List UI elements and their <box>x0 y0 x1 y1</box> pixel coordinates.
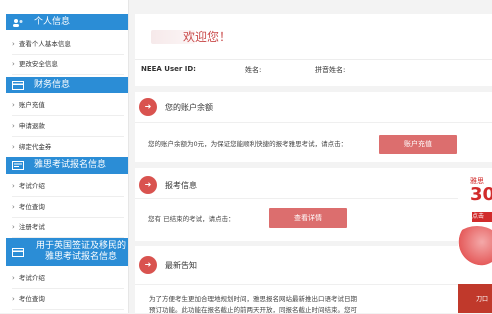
chevron-right-icon: › <box>12 182 15 190</box>
balance-text: 您的账户余额为0元，为保证您能顺利快捷的报考雅思考试，请点击： <box>148 140 348 148</box>
sidebar-header-label: 用于英国签证及移民的雅思考试报名信息 <box>35 241 126 262</box>
promo-banner[interactable]: 雅思 30 点击 <box>458 170 492 270</box>
sidebar-header-label: 财务信息 <box>34 79 71 90</box>
chevron-right-icon: › <box>12 122 15 130</box>
banner-graphic <box>458 226 492 266</box>
sidebar: 个人信息 › 查看个人基本信息 › 更改安全信息 财务信息 › 账户充值 › 申请退款 … <box>0 0 129 313</box>
welcome-greeting: 欢迎您！ <box>183 30 232 44</box>
sidebar-item-view-basic-info[interactable]: › 查看个人基本信息 <box>12 34 124 55</box>
sidebar-item-label: 申请退款 <box>18 122 45 130</box>
divider <box>135 122 492 123</box>
sidebar-item-bind-voucher[interactable]: › 绑定代金券 <box>12 137 124 158</box>
chevron-right-icon: › <box>12 143 15 151</box>
sidebar-item-change-security-info[interactable]: › 更改安全信息 <box>12 54 124 75</box>
sidebar-item-exam-intro[interactable]: › 考试介绍 <box>12 176 124 197</box>
sidebar-item-label: 考试介绍 <box>18 182 45 190</box>
sidebar-item-label: 绑定代金券 <box>18 143 52 151</box>
user-icon <box>12 18 24 27</box>
chevron-right-icon: › <box>12 295 15 303</box>
registration-info-card: ➜ 报考信息 您有 已结束的考试，请点击： 查看详情 <box>135 168 492 241</box>
sidebar-item-label: 考位查询 <box>18 203 45 211</box>
finance-icon <box>12 80 24 90</box>
name-label: 姓名: <box>245 66 262 74</box>
sidebar-item-register-exam[interactable]: › 注册考试 <box>12 217 124 238</box>
promo-banner-bottom[interactable]: 刀口 <box>458 284 492 313</box>
sidebar-item-label: 账户充值 <box>18 101 45 109</box>
balance-title: 您的账户余额 <box>165 103 213 112</box>
account-recharge-button[interactable]: 账户充值 <box>379 135 457 154</box>
sidebar-header-personal-info[interactable]: 个人信息 <box>6 14 128 30</box>
sidebar-header-ielts-registration[interactable]: 雅思考试报名信息 <box>6 157 128 174</box>
registration-text: 您有 已结束的考试，请点击： <box>148 215 235 223</box>
view-details-button[interactable]: 查看详情 <box>269 208 347 228</box>
sidebar-item-label: 查看个人基本信息 <box>18 40 71 48</box>
divider <box>135 198 492 199</box>
visa-icon <box>12 247 24 257</box>
chevron-right-icon: › <box>12 101 15 109</box>
sidebar-item-label: 注册考试 <box>18 223 45 231</box>
chevron-right-icon: › <box>12 274 15 282</box>
arrow-circle-icon: ➜ <box>139 256 157 274</box>
sidebar-item-apply-refund[interactable]: › 申请退款 <box>12 116 124 137</box>
sidebar-item-ukvi-exam-intro[interactable]: › 考试介绍 <box>12 268 124 289</box>
chevron-right-icon: › <box>12 60 15 68</box>
sidebar-item-label: 更改安全信息 <box>18 60 58 68</box>
exam-icon <box>12 161 24 170</box>
account-balance-card: ➜ 您的账户余额 您的账户余额为0元，为保证您能顺利快捷的报考雅思考试，请点击：… <box>135 92 492 162</box>
chevron-right-icon: › <box>12 40 15 48</box>
divider <box>135 59 492 60</box>
registration-title: 报考信息 <box>165 181 197 190</box>
sidebar-header-finance-info[interactable]: 财务信息 <box>6 77 128 93</box>
chevron-right-icon: › <box>12 203 15 211</box>
divider <box>135 284 492 285</box>
sidebar-item-seat-search[interactable]: › 考位查询 <box>12 197 124 218</box>
sidebar-item-label: 考位查询 <box>18 295 45 303</box>
sidebar-header-label: 雅思考试报名信息 <box>34 160 107 170</box>
arrow-circle-icon: ➜ <box>139 176 157 194</box>
pinyin-name-label: 拼音姓名: <box>315 66 346 74</box>
latest-notice-card: ➜ 最新告知 为了方便考生更加合理地规划时间，雅思报名网站最新推出口语考试日期 … <box>135 246 492 314</box>
sidebar-header-label: 个人信息 <box>34 16 71 27</box>
banner-bottom-label: 刀口 <box>476 296 489 303</box>
sidebar-item-label: 考试介绍 <box>18 274 45 282</box>
arrow-circle-icon: ➜ <box>139 98 157 116</box>
sidebar-item-ukvi-seat-search[interactable]: › 考位查询 <box>12 289 124 310</box>
banner-line-3: 点击 <box>472 212 492 222</box>
notice-title: 最新告知 <box>165 261 197 270</box>
welcome-panel: 欢迎您！ NEEA User ID: 姓名: 拼音姓名: <box>135 14 492 86</box>
sidebar-item-account-recharge[interactable]: › 账户充值 <box>12 95 124 116</box>
chevron-right-icon: › <box>12 223 15 231</box>
neea-user-id-label: NEEA User ID: <box>141 65 196 73</box>
banner-line-2: 30 <box>470 184 492 205</box>
sidebar-header-ukvi-registration[interactable]: 用于英国签证及移民的雅思考试报名信息 <box>6 238 128 266</box>
notice-line-1: 为了方便考生更加合理地规划时间，雅思报名网站最新推出口语考试日期 <box>149 295 357 303</box>
